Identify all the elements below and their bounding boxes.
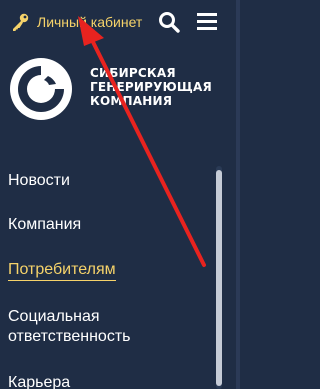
menu-bar-middle <box>197 20 217 23</box>
nav-item-company[interactable]: Компания <box>8 214 81 236</box>
logo-wordmark: СИБИРСКАЯ ГЕНЕРИРУЮЩАЯ КОМПАНИЯ <box>90 66 240 108</box>
search-icon[interactable] <box>158 11 180 33</box>
logo-line-2: ГЕНЕРИРУЮЩАЯ <box>90 80 212 94</box>
personal-account-label: Личный кабинет <box>37 14 143 30</box>
company-logo[interactable]: СИБИРСКАЯ ГЕНЕРИРУЮЩАЯ КОМПАНИЯ <box>8 56 236 120</box>
nav-item-news[interactable]: Новости <box>8 170 70 192</box>
nav-item-career[interactable]: Карьера <box>8 372 70 389</box>
nav-item-social-responsibility[interactable]: Социальная <box>8 306 100 328</box>
menu-bar-top <box>197 13 217 16</box>
hamburger-menu-icon[interactable] <box>197 12 219 32</box>
logo-emblem-icon <box>10 58 72 120</box>
nav-scrollbar-thumb[interactable] <box>216 170 222 386</box>
logo-line-1: СИБИРСКАЯ <box>90 66 176 80</box>
key-icon <box>13 13 29 31</box>
menu-bar-bottom <box>197 27 217 30</box>
nav-scrollbar[interactable] <box>216 166 222 389</box>
personal-account-link[interactable]: Личный кабинет <box>10 10 142 34</box>
nav-item-social-responsibility-line2[interactable]: ответственность <box>8 326 131 348</box>
nav-item-consumers[interactable]: Потребителям <box>8 260 116 281</box>
logo-line-3: КОМПАНИЯ <box>90 94 173 108</box>
page-edge <box>236 0 240 389</box>
top-bar: Личный кабинет <box>0 0 240 46</box>
